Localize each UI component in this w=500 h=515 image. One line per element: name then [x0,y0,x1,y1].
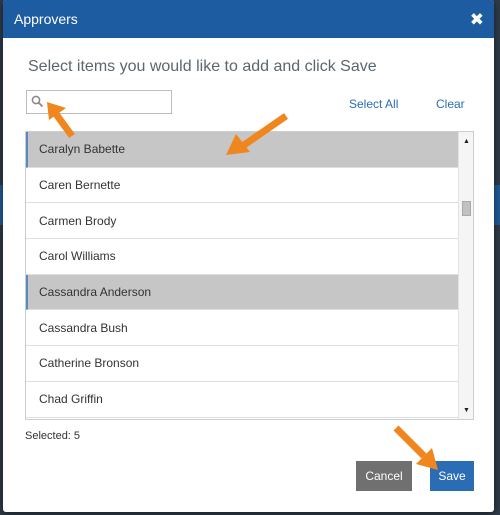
save-button[interactable]: Save [430,461,474,491]
list-item-label: Caren Bernette [39,178,121,193]
list-item-label: Caralyn Babette [39,142,126,157]
dialog-titlebar: Approvers ✖ [3,0,494,38]
list-item[interactable]: Caren Bernette [26,167,458,204]
search-icon [31,95,44,108]
approvers-dialog: Approvers ✖ Select items you would like … [3,0,494,512]
backdrop-edge-right [494,185,500,225]
list-item-label: Carmen Brody [39,213,117,228]
close-icon[interactable]: ✖ [470,11,484,28]
scroll-up-icon[interactable]: ▲ [459,134,473,148]
list-item[interactable]: Carol Williams [26,239,458,275]
list-items: Caralyn Babette Caren Bernette Carmen Brod… [26,132,458,418]
list-item[interactable]: Carmen Brody [26,203,458,240]
selected-count: Selected: 5 [25,430,81,442]
instructions-text: Select items you would like to add and c… [28,58,377,75]
list-item[interactable]: Chad Griffin [26,381,458,418]
search-input[interactable] [47,93,167,111]
list-item[interactable]: Catherine Bronson [26,346,458,382]
list-item-label: Cassandra Anderson [39,285,152,300]
list-item-label: Chad Griffin [39,392,103,407]
list-item[interactable]: Cassandra Anderson [26,274,458,311]
list-scrollbar[interactable]: ▲ ▼ [458,132,473,419]
list-item-label: Cassandra Bush [39,320,128,335]
dialog-title: Approvers [14,11,78,27]
search-box[interactable] [26,90,172,114]
cancel-button[interactable]: Cancel [356,461,412,491]
clear-link[interactable]: Clear [436,97,465,111]
list-item-label: Catherine Bronson [39,356,140,371]
scroll-thumb[interactable] [462,201,471,216]
list-item-label: Carol Williams [39,249,116,264]
list-item[interactable]: Caralyn Babette [26,132,458,168]
approver-list[interactable]: Caralyn Babette Caren Bernette Carmen Brod… [25,131,474,420]
select-all-link[interactable]: Select All [349,97,398,111]
list-item[interactable]: Cassandra Bush [26,310,458,347]
scroll-down-icon[interactable]: ▼ [459,403,473,417]
